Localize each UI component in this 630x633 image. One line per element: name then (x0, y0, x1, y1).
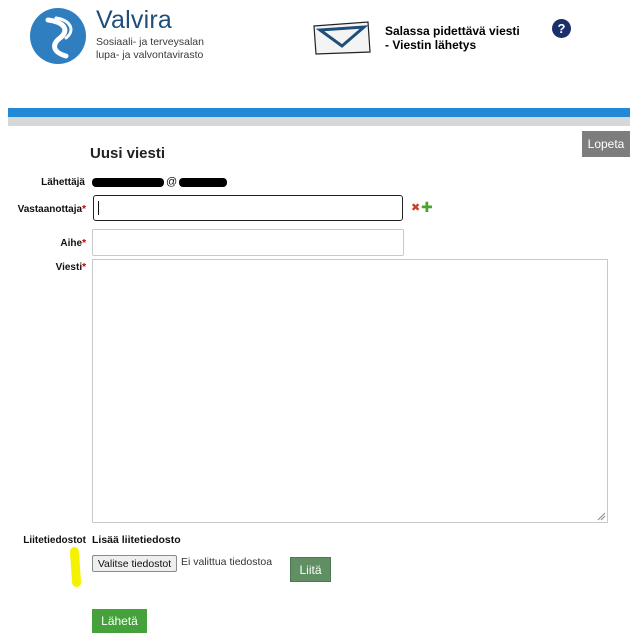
add-attachment-text: Lisää liitetiedosto (92, 534, 181, 546)
header-divider-bar (8, 117, 630, 126)
message-textarea[interactable] (92, 259, 608, 523)
highlight-annotation (69, 546, 82, 588)
sender-redaction-domain (179, 178, 227, 187)
send-button[interactable]: Lähetä (92, 609, 147, 633)
brand-name: Valvira (96, 6, 172, 34)
valvira-logo-icon (30, 8, 86, 64)
subject-label: Aihe* (60, 238, 86, 249)
secure-message-title: Salassa pidettävä viesti - Viestin lähet… (385, 24, 520, 52)
attachments-label: Liitetiedostot (23, 535, 86, 546)
logout-button[interactable]: Lopeta (582, 131, 630, 157)
message-label: Viesti* (55, 262, 86, 273)
sender-redaction (92, 178, 164, 187)
no-file-selected-text: Ei valittua tiedostoa (181, 556, 273, 568)
sender-at-sign: @ (166, 176, 178, 188)
recipient-label: Vastaanottaja* (17, 204, 86, 215)
resize-grip-icon[interactable] (596, 511, 606, 521)
brand-subtitle-line1: Sosiaali- ja terveysalan (96, 36, 204, 48)
plus-icon[interactable]: ✚ (421, 200, 433, 214)
recipient-input[interactable] (93, 195, 403, 221)
page-title: Uusi viesti (90, 145, 166, 162)
envelope-icon (313, 21, 371, 55)
close-icon[interactable]: ✖ (411, 203, 420, 214)
brand-subtitle-line2: lupa- ja valvontavirasto (96, 49, 204, 61)
help-icon[interactable]: ? (552, 19, 571, 38)
attach-button[interactable]: Liitä (290, 557, 331, 582)
choose-files-button[interactable]: Valitse tiedostot (92, 555, 177, 572)
subject-input[interactable] (92, 229, 404, 256)
header-accent-bar (8, 108, 630, 117)
sender-label: Lähettäjä (41, 177, 85, 188)
text-caret (98, 201, 99, 215)
